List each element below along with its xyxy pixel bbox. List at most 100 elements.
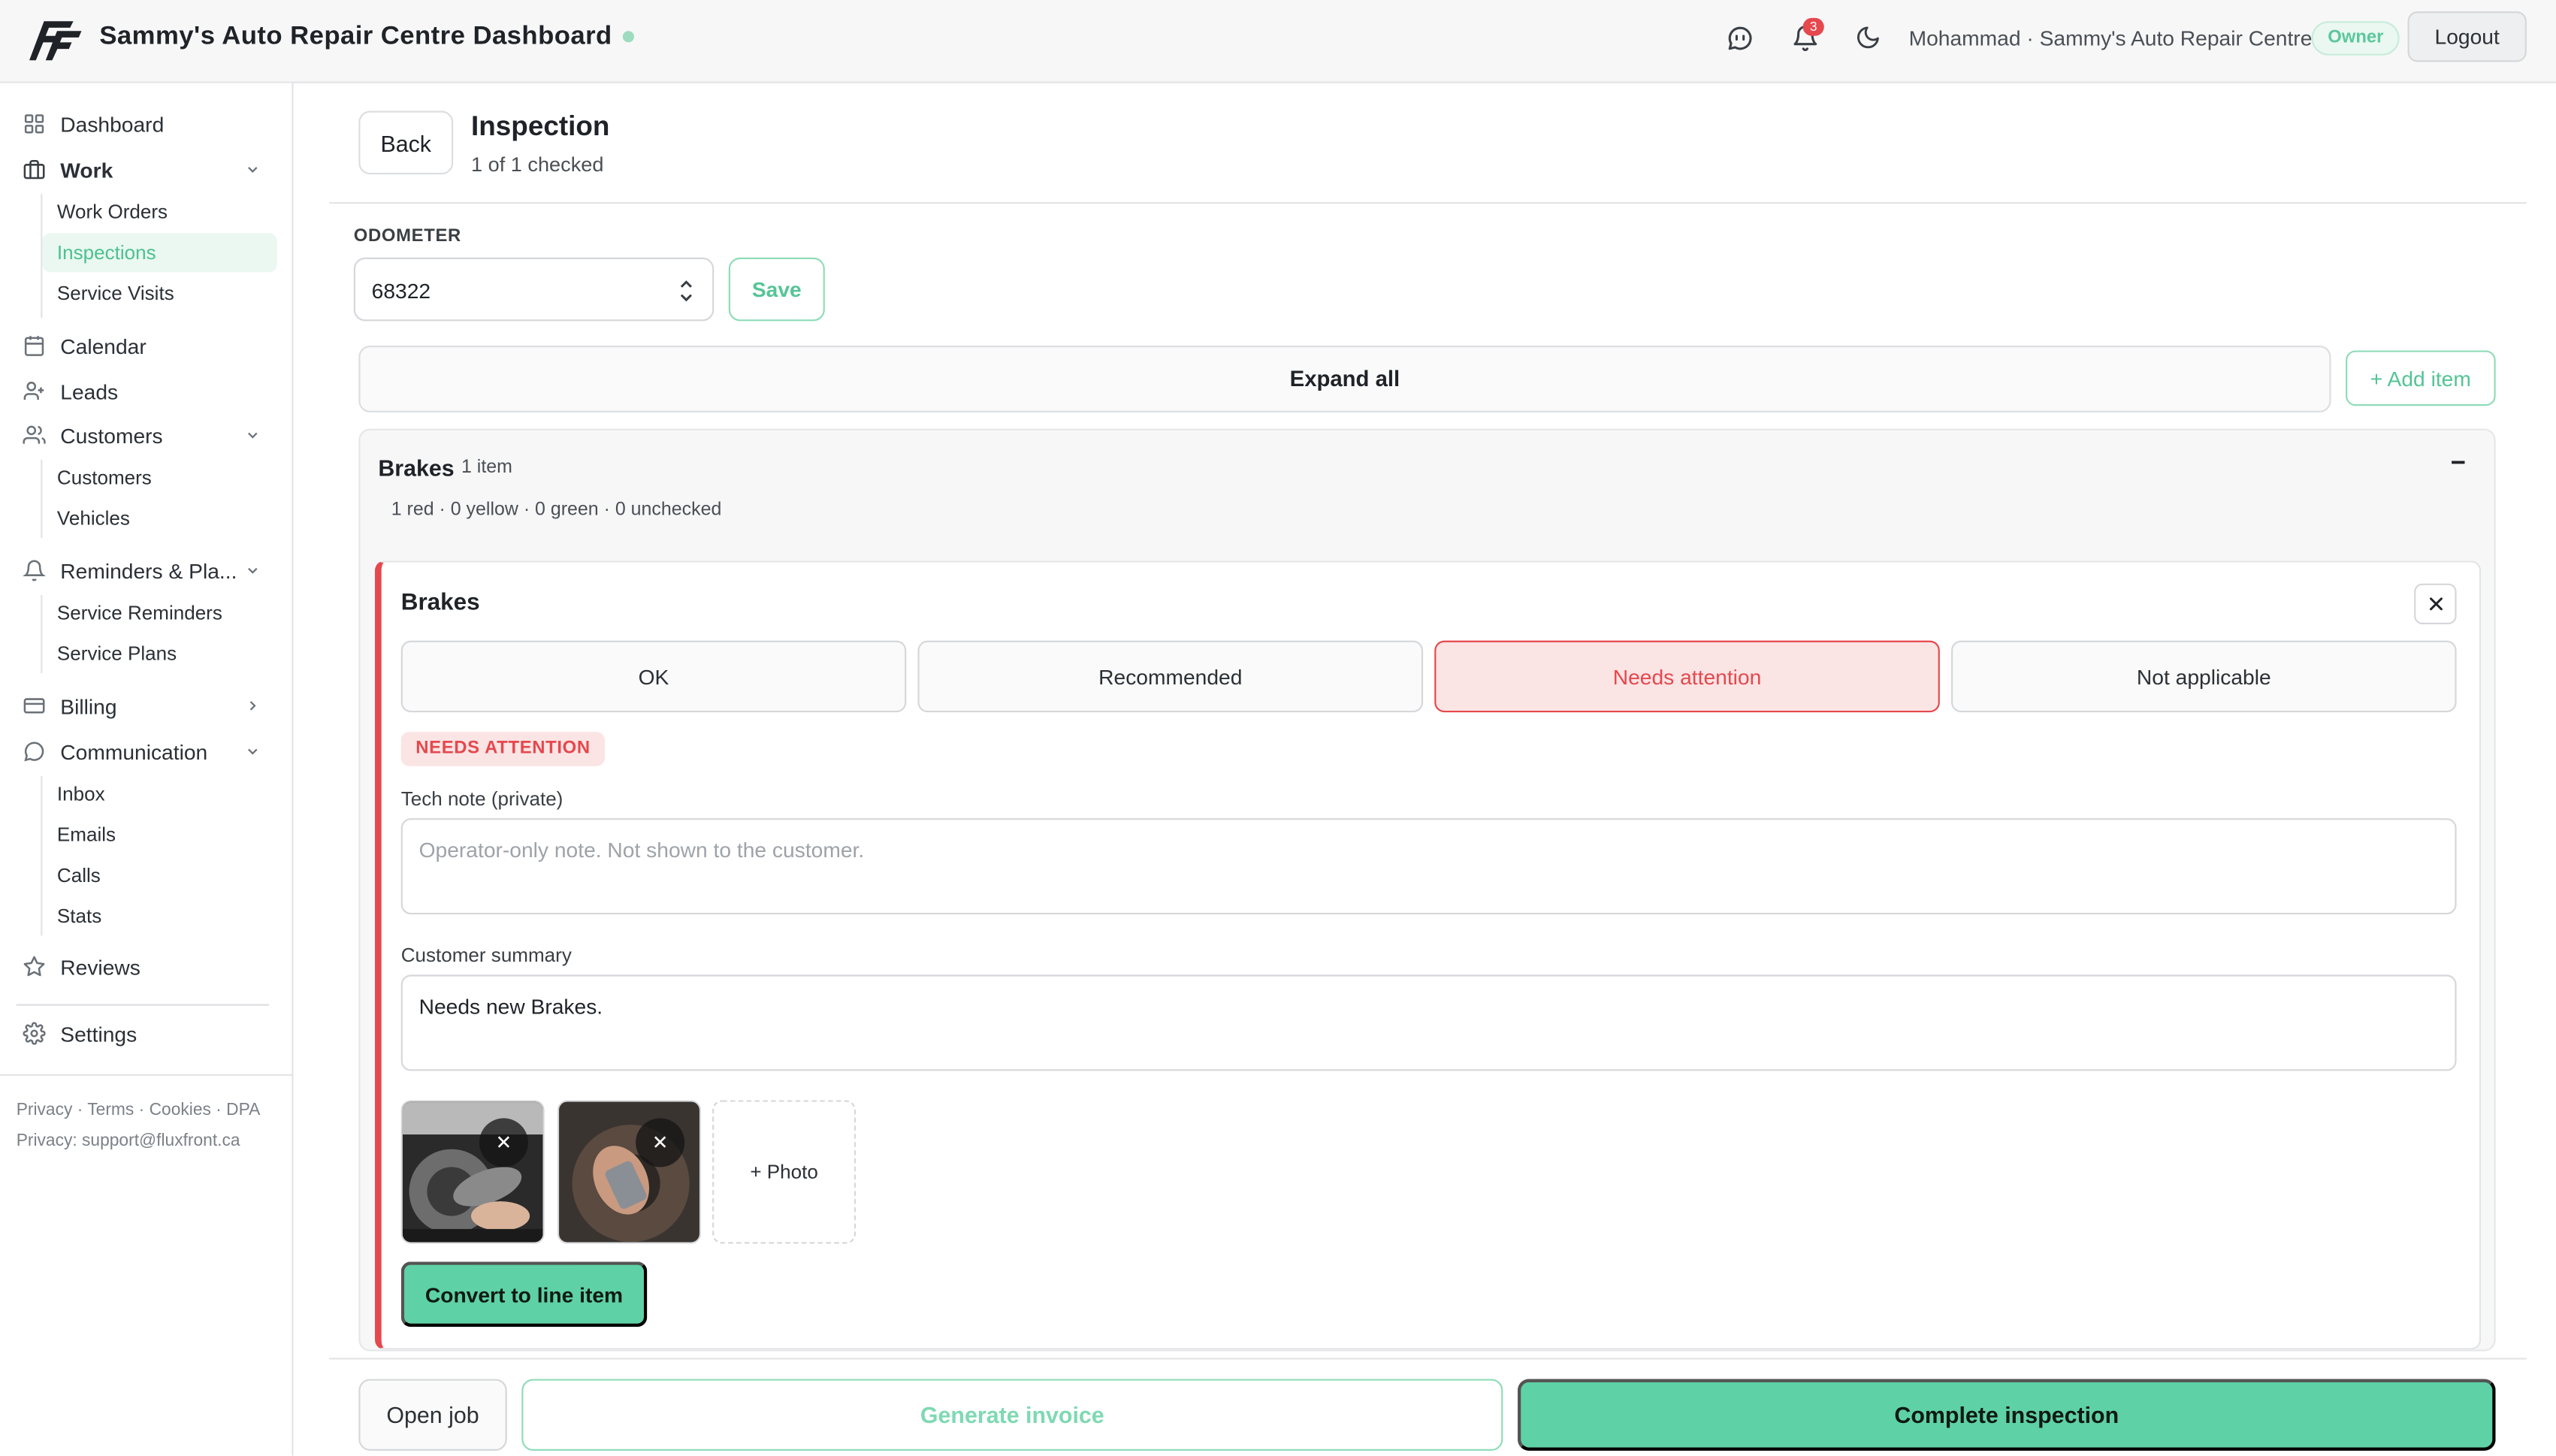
main-content: Back Inspection 1 of 1 checked ODOMETER … [294, 83, 2556, 1456]
sidebar-item-label: Leads [60, 379, 119, 403]
open-job-button[interactable]: Open job [358, 1379, 507, 1451]
status-recommended-button[interactable]: Recommended [917, 640, 1424, 713]
notification-badge: 3 [1802, 17, 1824, 36]
sidebar-item-label: Calendar [60, 333, 147, 358]
status-needs-attention-button[interactable]: Needs attention [1434, 640, 1940, 713]
sidebar-subitem-work-orders[interactable]: Work Orders [57, 201, 168, 223]
item-title: Brakes [400, 590, 480, 617]
sidebar-item-communication[interactable]: Communication [0, 737, 294, 766]
remove-photo-button[interactable]: ✕ [636, 1118, 685, 1168]
star-icon [23, 956, 45, 977]
brake-pad-photo [402, 1101, 543, 1243]
app-root: Sammy's Auto Repair Centre Dashboard 3 M… [0, 0, 2556, 1456]
sidebar-item-customers[interactable]: Customers [0, 421, 294, 450]
message-icon [24, 742, 44, 762]
privacy-contact: Privacy: support@fluxfront.ca [16, 1131, 240, 1151]
section-item-count: 1 item [461, 458, 512, 478]
dpa-link[interactable]: DPA [226, 1100, 260, 1119]
sidebar-item-leads[interactable]: Leads [0, 376, 294, 406]
chevron-down-icon[interactable] [244, 162, 261, 178]
chevron-down-icon[interactable] [244, 427, 261, 443]
status-dot [622, 31, 634, 43]
sidebar-item-label: Settings [60, 1021, 137, 1046]
users-icon [23, 425, 46, 444]
sidebar-subitem-calls[interactable]: Calls [57, 864, 101, 887]
subnav-line [41, 775, 43, 936]
chevron-down-icon[interactable] [244, 743, 261, 760]
sidebar-item-label: Reviews [60, 954, 140, 979]
status-ok-button[interactable]: OK [400, 640, 907, 713]
calendar-icon [24, 336, 44, 356]
sidebar-footer-divider [0, 1074, 294, 1076]
sidebar-subitem-service-plans[interactable]: Service Plans [57, 642, 177, 665]
cookies-link[interactable]: Cookies [150, 1100, 211, 1119]
sidebar-subitem-service-visits[interactable]: Service Visits [57, 282, 174, 304]
card-icon [23, 698, 45, 714]
sidebar-item-dashboard[interactable]: Dashboard [0, 109, 294, 138]
page-title: Inspection [471, 110, 610, 142]
chat-icon[interactable] [1723, 21, 1755, 53]
sidebar-item-label: Dashboard [60, 111, 165, 137]
customer-summary-field[interactable]: Needs new Brakes. [400, 974, 2457, 1071]
save-odometer-button[interactable]: Save [728, 257, 825, 322]
photo-thumbnail[interactable]: ✕ [400, 1100, 545, 1244]
sidebar-subitem-customers[interactable]: Customers [57, 467, 152, 489]
tech-note-field[interactable]: Operator-only note. Not shown to the cus… [400, 818, 2457, 915]
sidebar-subitem-emails[interactable]: Emails [57, 823, 116, 846]
odometer-input[interactable]: 68322 [353, 257, 715, 322]
add-item-button[interactable]: + Add item [2346, 350, 2496, 406]
status-badge: NEEDS ATTENTION [400, 732, 606, 766]
logout-button[interactable]: Logout [2407, 11, 2527, 62]
spinner-arrows-icon[interactable] [680, 279, 693, 304]
sidebar-subitem-stats[interactable]: Stats [57, 905, 101, 927]
customer-summary-value: Needs new Brakes. [418, 994, 603, 1019]
inspection-section: Brakes 1 item − 1 red · 0 yellow · 0 gre… [358, 428, 2496, 1352]
sidebar: Dashboard Work Work Orders Inspections S… [0, 83, 294, 1456]
privacy-link[interactable]: Privacy [17, 1100, 73, 1119]
gear-icon [23, 1022, 46, 1045]
tech-note-label: Tech note (private) [400, 787, 563, 811]
top-bar: Sammy's Auto Repair Centre Dashboard 3 M… [0, 0, 2556, 83]
chevron-down-icon[interactable] [244, 563, 261, 579]
sidebar-subitem-service-reminders[interactable]: Service Reminders [57, 602, 222, 624]
chevron-right-icon[interactable] [244, 698, 261, 714]
sidebar-item-label: Customers [60, 423, 163, 448]
convert-to-line-item-button[interactable]: Convert to line item [400, 1261, 648, 1328]
back-button[interactable]: Back [358, 110, 454, 175]
expand-all-button[interactable]: Expand all [358, 345, 2331, 412]
sidebar-subitem-inbox[interactable]: Inbox [57, 782, 105, 805]
generate-invoice-button[interactable]: Generate invoice [521, 1379, 1503, 1451]
section-stats: 1 red · 0 yellow · 0 green · 0 unchecked [391, 500, 722, 521]
customer-summary-label: Customer summary [400, 944, 572, 967]
moon-icon[interactable] [1852, 21, 1884, 53]
app-title: Sammy's Auto Repair Centre Dashboard [99, 23, 612, 51]
remove-item-button[interactable] [2414, 583, 2457, 624]
status-not-applicable-button[interactable]: Not applicable [1951, 640, 2457, 713]
role-badge: Owner [2311, 21, 2400, 56]
inspection-item-card: Brakes OK Recommended Needs attention No… [375, 560, 2482, 1350]
divider [329, 1358, 2527, 1360]
page-subtitle: 1 of 1 checked [471, 153, 604, 177]
sidebar-item-label: Work [60, 157, 113, 182]
sidebar-item-calendar[interactable]: Calendar [0, 331, 294, 360]
sidebar-item-label: Communication [60, 739, 208, 764]
terms-link[interactable]: Terms [87, 1100, 134, 1119]
logo-icon[interactable] [29, 15, 82, 64]
brake-rotor-photo [559, 1101, 699, 1243]
collapse-section-button[interactable]: − [2447, 450, 2470, 482]
sidebar-item-reviews[interactable]: Reviews [0, 952, 294, 981]
bell-icon [23, 560, 46, 581]
sidebar-item-reminders[interactable]: Reminders & Pla... [0, 556, 294, 585]
close-icon [2428, 597, 2442, 611]
remove-photo-button[interactable]: ✕ [479, 1118, 528, 1168]
sidebar-subitem-vehicles[interactable]: Vehicles [57, 507, 130, 530]
complete-inspection-button[interactable]: Complete inspection [1517, 1379, 2496, 1451]
photo-thumbnail[interactable]: ✕ [557, 1100, 701, 1244]
sidebar-item-work[interactable]: Work [0, 155, 294, 184]
sidebar-item-billing[interactable]: Billing [0, 691, 294, 720]
sidebar-subitem-inspections[interactable]: Inspections [57, 241, 156, 264]
user-plus-icon [23, 382, 44, 400]
odometer-label: ODOMETER [353, 226, 461, 246]
sidebar-item-settings[interactable]: Settings [0, 1019, 294, 1048]
add-photo-button[interactable]: + Photo [712, 1100, 857, 1244]
